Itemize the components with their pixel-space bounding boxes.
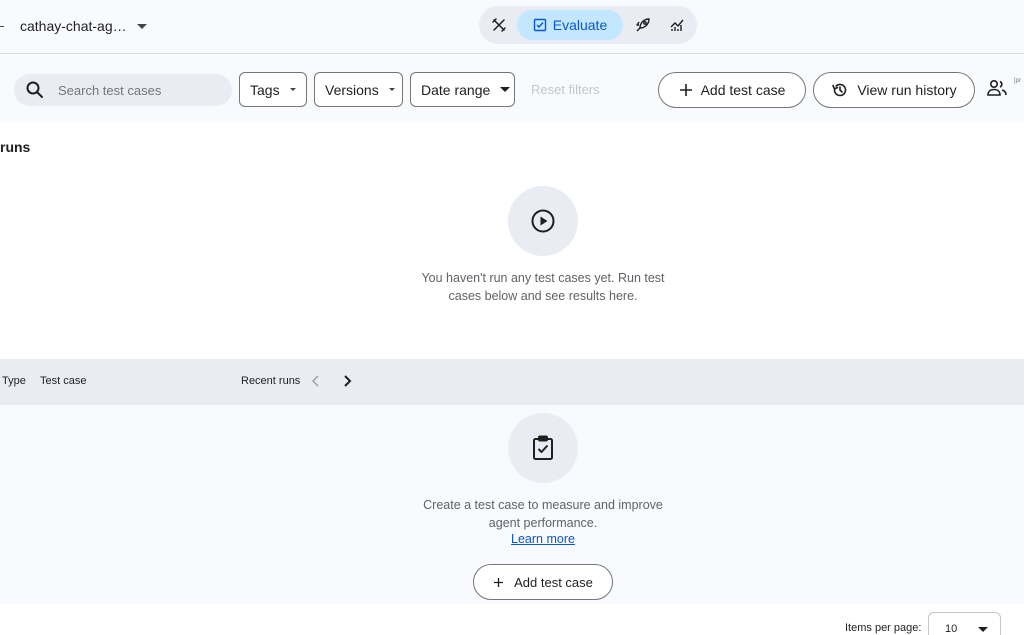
mode-monitor-button[interactable] bbox=[663, 10, 691, 40]
chevron-down-icon bbox=[289, 88, 296, 91]
plus-icon bbox=[494, 577, 504, 587]
play-circle-icon bbox=[531, 209, 555, 233]
column-header-recent-runs: Recent runs bbox=[241, 375, 301, 387]
test-cases-empty-message: Create a test case to measure and improv… bbox=[423, 498, 663, 530]
learn-more-link[interactable]: Learn more bbox=[413, 532, 673, 546]
chevron-right-icon[interactable] bbox=[342, 373, 352, 389]
versions-filter-label: Versions bbox=[325, 81, 379, 98]
items-per-page-select[interactable]: 10 bbox=[928, 612, 1001, 635]
history-icon bbox=[832, 83, 847, 97]
date-range-filter-label: Date range bbox=[421, 81, 491, 98]
add-test-case-empty-button[interactable]: Add test case bbox=[473, 564, 613, 600]
table-header: Type Test case Recent runs bbox=[0, 359, 1024, 405]
search-box[interactable] bbox=[14, 74, 232, 106]
mode-switcher: Evaluate bbox=[479, 6, 697, 44]
column-header-type[interactable]: Type bbox=[2, 375, 26, 387]
people-icon[interactable] bbox=[986, 79, 1008, 97]
tags-filter[interactable]: Tags bbox=[239, 72, 307, 107]
date-range-filter[interactable]: Date range bbox=[410, 72, 515, 107]
mode-deploy-button[interactable] bbox=[629, 10, 657, 40]
agent-name: cathay-chat-ag… bbox=[20, 18, 127, 34]
clipboard-check-icon bbox=[533, 435, 553, 460]
search-input[interactable] bbox=[58, 74, 228, 106]
runs-empty-message: You haven't run any test cases yet. Run … bbox=[421, 271, 665, 303]
add-test-case-empty-label: Add test case bbox=[514, 574, 593, 590]
rocket-icon bbox=[636, 18, 650, 32]
share-superscript: [pr bbox=[1014, 78, 1022, 84]
mode-evaluate-button[interactable]: Evaluate bbox=[517, 10, 623, 40]
chevron-down-icon bbox=[388, 88, 395, 91]
reset-filters-button[interactable]: Reset filters bbox=[531, 82, 600, 97]
items-per-page-label: Items per page: bbox=[845, 622, 922, 634]
chevron-down-icon bbox=[136, 23, 147, 29]
runs-section-title: runs bbox=[0, 139, 31, 155]
filter-toolbar: Tags Versions Date range Reset filters A… bbox=[0, 55, 1024, 122]
mode-build-button[interactable] bbox=[485, 10, 513, 40]
tools-icon bbox=[492, 18, 506, 32]
analytics-icon bbox=[670, 19, 684, 31]
chevron-down-icon bbox=[978, 627, 988, 632]
view-run-history-button[interactable]: View run history bbox=[813, 72, 975, 108]
search-icon bbox=[26, 81, 43, 98]
items-per-page-value: 10 bbox=[945, 623, 958, 635]
tags-filter-label: Tags bbox=[250, 81, 280, 98]
play-icon-circle bbox=[508, 186, 578, 256]
clipboard-icon-circle bbox=[508, 413, 578, 483]
view-run-history-label: View run history bbox=[857, 82, 957, 98]
column-header-test-case[interactable]: Test case bbox=[40, 375, 86, 387]
agent-selector[interactable]: cathay-chat-ag… bbox=[0, 14, 147, 38]
top-bar: cathay-chat-ag… Evaluate bbox=[0, 0, 1024, 54]
checklist-icon bbox=[533, 18, 546, 32]
chevron-down-icon bbox=[500, 87, 511, 92]
plus-icon bbox=[679, 84, 692, 96]
divider bbox=[0, 25, 4, 27]
add-test-case-button[interactable]: Add test case bbox=[658, 72, 806, 108]
mode-evaluate-label: Evaluate bbox=[552, 17, 608, 33]
chevron-left-icon[interactable] bbox=[311, 373, 321, 389]
versions-filter[interactable]: Versions bbox=[314, 72, 403, 107]
add-test-case-label: Add test case bbox=[700, 82, 786, 98]
